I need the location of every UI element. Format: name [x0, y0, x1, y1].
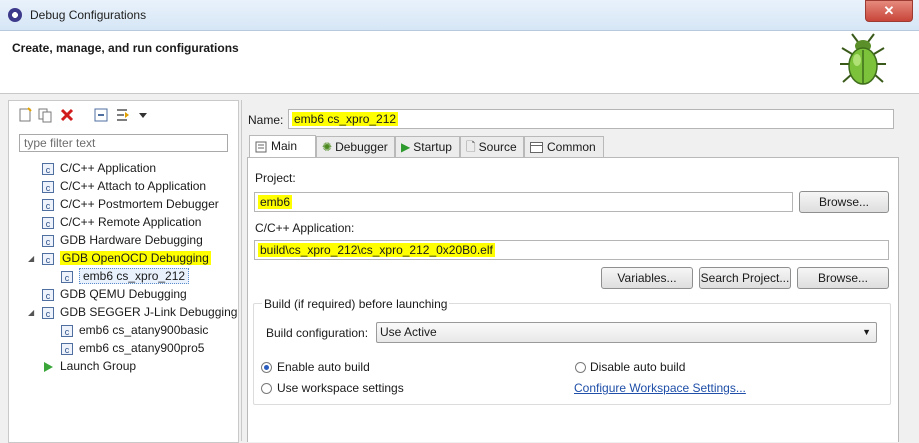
- tree-item-cpp-attach[interactable]: c C/C++ Attach to Application: [42, 177, 206, 195]
- project-field[interactable]: emb6: [254, 192, 793, 212]
- debugger-bug-icon: ✺: [322, 140, 333, 154]
- dropdown-arrow-icon[interactable]: [138, 111, 148, 119]
- project-value: emb6: [258, 195, 293, 209]
- filter-icon[interactable]: [115, 107, 131, 123]
- build-configuration-value: Use Active: [380, 325, 437, 339]
- tree-item-cpp-postmortem[interactable]: c C/C++ Postmortem Debugger: [42, 195, 219, 213]
- tree-item-emb6-cs-atany900basic[interactable]: c emb6 cs_atany900basic: [61, 321, 208, 339]
- tree-item-label: emb6 cs_xpro_212: [79, 268, 190, 284]
- tree-item-gdb-openocd[interactable]: c GDB OpenOCD Debugging: [42, 249, 211, 267]
- title-bar: Debug Configurations: [0, 0, 919, 31]
- variables-button[interactable]: Variables...: [601, 267, 693, 289]
- tab-debugger[interactable]: ✺ Debugger: [316, 136, 395, 158]
- tree-item-label: C/C++ Postmortem Debugger: [60, 197, 219, 211]
- tree-item-emb6-cs-xpro-212[interactable]: c emb6 cs_xpro_212: [61, 267, 190, 285]
- tree-item-emb6-cs-atany900pro5[interactable]: c emb6 cs_atany900pro5: [61, 339, 204, 357]
- source-file-icon: 🗋: [466, 140, 476, 154]
- tree-item-label: C/C++ Attach to Application: [60, 179, 207, 193]
- tree-item-gdb-segger-jlink[interactable]: c GDB SEGGER J-Link Debugging: [42, 303, 237, 321]
- tree-item-label: GDB QEMU Debugging: [60, 287, 187, 301]
- application-browse-button[interactable]: Browse...: [797, 267, 889, 289]
- configuration-type-icon: c: [42, 180, 54, 193]
- configuration-type-icon: c: [42, 234, 54, 247]
- delete-icon[interactable]: [59, 107, 75, 123]
- configuration-type-icon: c: [42, 162, 54, 175]
- application-label: C/C++ Application:: [255, 221, 355, 235]
- name-label: Name:: [248, 113, 284, 127]
- tree-item-launch-group[interactable]: Launch Group: [42, 357, 136, 375]
- launch-group-icon: [44, 361, 53, 372]
- tree-item-label: emb6 cs_atany900pro5: [79, 341, 205, 355]
- tree-item-label: GDB SEGGER J-Link Debugging: [60, 305, 238, 319]
- tab-source[interactable]: 🗋 Source: [460, 136, 524, 158]
- chevron-down-icon: ▼: [862, 327, 871, 337]
- tree-item-label: C/C++ Application: [60, 161, 157, 175]
- tree-item-label: emb6 cs_atany900basic: [79, 323, 209, 337]
- application-field[interactable]: build\cs_xpro_212\cs_xpro_212_0x20B0.elf: [254, 240, 889, 260]
- expanded-twistie-icon[interactable]: ◢: [28, 254, 34, 263]
- tree-item-gdb-hardware[interactable]: c GDB Hardware Debugging: [42, 231, 203, 249]
- configuration-type-icon: c: [42, 252, 54, 265]
- startup-play-icon: ▶: [401, 140, 411, 154]
- tree-item-cpp-remote[interactable]: c C/C++ Remote Application: [42, 213, 201, 231]
- tab-label: Debugger: [335, 140, 388, 154]
- launch-configuration-icon: c: [61, 270, 73, 283]
- eclipse-icon: [8, 8, 22, 22]
- tree-item-label: Launch Group: [60, 359, 137, 373]
- launch-configuration-icon: c: [61, 324, 73, 337]
- launch-configuration-icon: c: [61, 342, 73, 355]
- disable-auto-build-label: Disable auto build: [590, 360, 686, 374]
- header-banner: Create, manage, and run configurations: [0, 31, 919, 94]
- tab-label: Startup: [413, 140, 452, 154]
- use-workspace-settings-radio[interactable]: [261, 383, 272, 394]
- tab-label: Common: [547, 140, 596, 154]
- common-tab-icon: [530, 142, 543, 154]
- build-group-label: Build (if required) before launching: [262, 297, 450, 311]
- tab-label: Main: [271, 139, 298, 153]
- tree-item-label: GDB Hardware Debugging: [60, 233, 203, 247]
- main-tab-icon: [255, 141, 267, 153]
- project-label: Project:: [255, 171, 296, 185]
- tree-item-label: C/C++ Remote Application: [60, 215, 202, 229]
- tab-startup[interactable]: ▶ Startup: [395, 136, 460, 158]
- use-workspace-settings-label: Use workspace settings: [277, 381, 404, 395]
- application-value: build\cs_xpro_212\cs_xpro_212_0x20B0.elf: [258, 243, 495, 257]
- configuration-type-icon: c: [42, 306, 54, 319]
- tree-item-label: GDB OpenOCD Debugging: [60, 251, 211, 265]
- tree-item-cpp-application[interactable]: c C/C++ Application: [42, 159, 156, 177]
- expanded-twistie-icon[interactable]: ◢: [28, 308, 34, 317]
- tab-common[interactable]: Common: [524, 136, 604, 158]
- collapse-all-icon[interactable]: [93, 107, 109, 123]
- configuration-tree-panel: type filter text c C/C++ Application c C/C…: [8, 100, 239, 443]
- name-field[interactable]: emb6 cs_xpro_212: [288, 109, 894, 129]
- new-configuration-icon[interactable]: [17, 107, 33, 123]
- disable-auto-build-radio[interactable]: [575, 362, 586, 373]
- close-button[interactable]: ✕: [865, 0, 913, 22]
- configure-workspace-settings-link[interactable]: Configure Workspace Settings...: [574, 381, 746, 395]
- filter-input[interactable]: type filter text: [19, 134, 228, 152]
- enable-auto-build-label: Enable auto build: [277, 360, 370, 374]
- configuration-type-icon: c: [42, 216, 54, 229]
- build-configuration-label: Build configuration:: [266, 326, 369, 340]
- banner-heading: Create, manage, and run configurations: [12, 41, 239, 55]
- debug-bug-icon: [840, 33, 886, 85]
- configuration-type-icon: c: [42, 198, 54, 211]
- tab-main[interactable]: Main: [249, 135, 316, 159]
- duplicate-icon[interactable]: [37, 107, 53, 123]
- search-project-button[interactable]: Search Project...: [699, 267, 791, 289]
- tree-item-gdb-qemu[interactable]: c GDB QEMU Debugging: [42, 285, 187, 303]
- configuration-type-icon: c: [42, 288, 54, 301]
- name-value: emb6 cs_xpro_212: [292, 112, 399, 126]
- project-browse-button[interactable]: Browse...: [799, 191, 889, 213]
- tab-label: Source: [478, 140, 517, 154]
- build-configuration-select[interactable]: Use Active ▼: [376, 322, 877, 343]
- enable-auto-build-radio[interactable]: [261, 362, 272, 373]
- window-title: Debug Configurations: [30, 8, 147, 22]
- configure-workspace-settings-link-text[interactable]: Configure Workspace Settings...: [574, 381, 746, 395]
